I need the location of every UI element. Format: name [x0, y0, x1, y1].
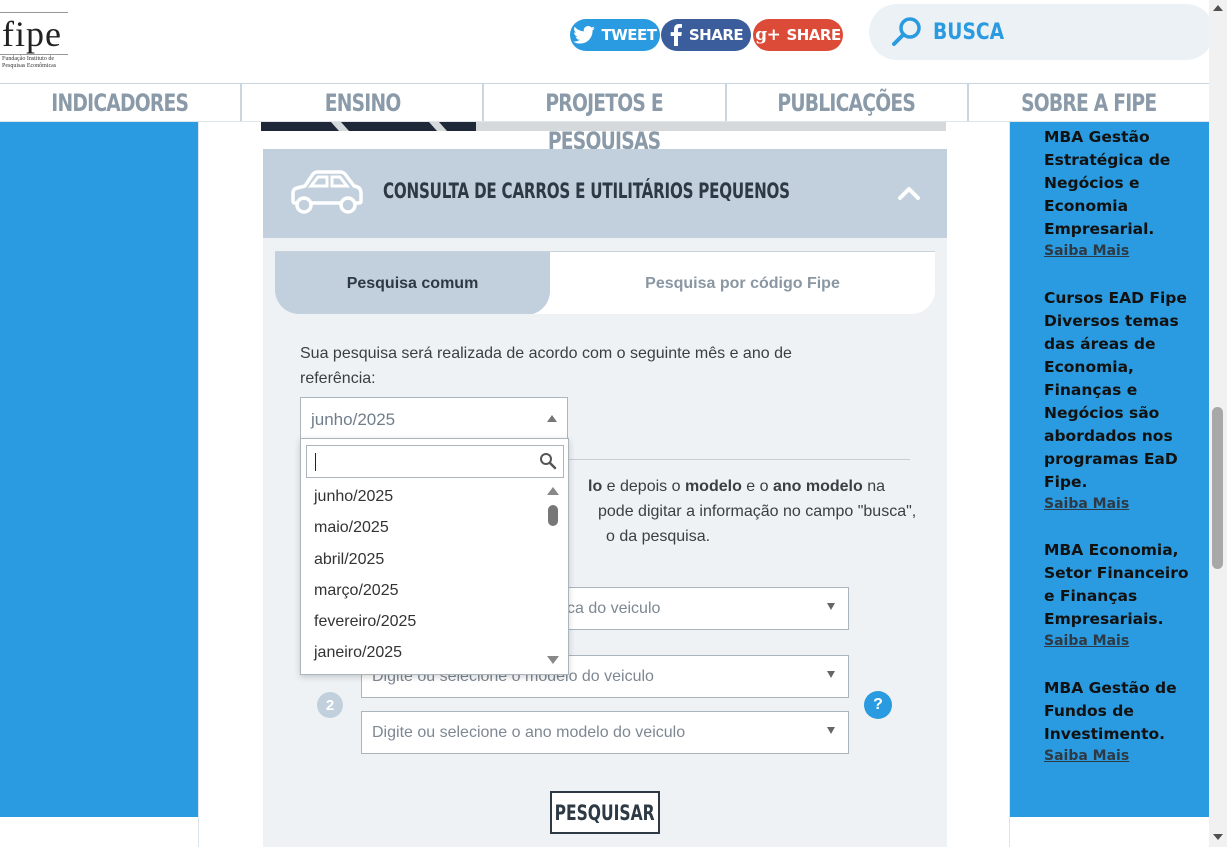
search-icon [892, 17, 921, 46]
nav-item-indicadores[interactable]: INDICADORES [0, 84, 243, 121]
content-border-left [198, 122, 199, 847]
instr-text: e o [741, 478, 773, 495]
chevron-down-icon [827, 603, 835, 610]
logo-subtitle: Fundação Instituto de Pesquisas Econômic… [2, 56, 57, 69]
facebook-share-label: SHARE [688, 26, 744, 44]
dropdown-options: junho/2025 maio/2025 abril/2025 março/20… [301, 481, 544, 669]
logo-rule [0, 54, 68, 55]
help-icon[interactable]: ? [864, 691, 892, 719]
tab-label: Pesquisa comum [346, 274, 479, 292]
site-search[interactable]: BUSCA [869, 4, 1214, 60]
instructions-line-3: o da pesquisa. [606, 528, 711, 545]
instr-bold: lo [588, 478, 603, 495]
pesquisar-button[interactable]: PESQUISAR [550, 791, 660, 834]
banner-image [261, 122, 946, 131]
reference-month-dropdown: junho/2025 maio/2025 abril/2025 março/20… [300, 438, 569, 675]
saiba-mais-link[interactable]: Saiba Mais [1044, 241, 1204, 261]
page: fipe Fundação Instituto de Pesquisas Eco… [0, 0, 1227, 847]
instr-bold: modelo [684, 478, 742, 495]
logo-text: fipe [2, 14, 62, 54]
dropdown-option[interactable]: junho/2025 [301, 481, 544, 512]
nav-label: SOBRE A FIPE [1021, 89, 1157, 117]
tab-codigo-fipe[interactable]: Pesquisa por código Fipe [550, 252, 935, 314]
instructions-line-2: pode digitar a informação no campo "busc… [598, 503, 917, 520]
gplus-share-button[interactable]: g+ SHARE [753, 19, 843, 51]
search-mode-tabs: Pesquisa por código Fipe Pesquisa comum [275, 251, 935, 314]
saiba-mais-link[interactable]: Saiba Mais [1044, 631, 1204, 651]
course-item: MBA Gestão Estratégica de Negócios e Eco… [1044, 126, 1204, 261]
nav-item-ensino[interactable]: ENSINO [242, 84, 485, 121]
facebook-share-button[interactable]: SHARE [661, 19, 751, 51]
course-title: MBA Gestão de Fundos de Investimento. [1044, 679, 1177, 743]
nav-label: PUBLICAÇÕES [777, 89, 916, 117]
dropdown-scrollbar[interactable] [546, 487, 560, 667]
instr-text: e depois o [602, 478, 685, 495]
scrollbar-thumb[interactable] [548, 505, 558, 526]
scroll-up-arrow-icon[interactable] [547, 487, 559, 495]
year-select[interactable]: Digite ou selecione o ano modelo do veic… [361, 711, 849, 754]
dropdown-option[interactable]: abril/2025 [301, 544, 544, 575]
panel-title: CONSULTA DE CARROS E UTILITÁRIOS PEQUENO… [383, 179, 790, 203]
reference-month-value: junho/2025 [311, 410, 396, 429]
scroll-up-arrow-icon[interactable] [1213, 5, 1223, 11]
year-placeholder: Digite ou selecione o ano modelo do veic… [372, 724, 686, 741]
course-item: Cursos EAD Fipe Diversos temas das áreas… [1044, 287, 1204, 514]
left-sidebar-background [0, 122, 198, 817]
pesquisar-label: PESQUISAR [555, 800, 656, 825]
instructions-line-1: lo e depois o modelo e o ano modelo na [588, 474, 885, 499]
chevron-up-icon[interactable] [897, 185, 921, 201]
chevron-down-icon [827, 727, 835, 734]
gplus-share-label: SHARE [786, 26, 841, 44]
main-nav: INDICADORES ENSINO PROJETOS E PESQUISAS … [0, 84, 1209, 155]
nav-label: ENSINO [324, 89, 401, 117]
brand-placeholder: ca do veiculo [567, 600, 661, 617]
scroll-down-arrow-icon[interactable] [547, 656, 559, 664]
facebook-icon [670, 24, 682, 46]
step-number-badge: 2 [317, 692, 343, 718]
text-caret [315, 453, 316, 471]
nav-item-projetos[interactable]: PROJETOS E PESQUISAS [484, 84, 727, 155]
instr-bold: ano modelo [772, 478, 863, 495]
fipe-logo[interactable]: fipe Fundação Instituto de Pesquisas Eco… [0, 12, 72, 72]
dropdown-search-input[interactable] [306, 445, 564, 478]
right-footer-background [1010, 817, 1209, 847]
dropdown-option[interactable]: maio/2025 [301, 512, 544, 543]
saiba-mais-link[interactable]: Saiba Mais [1044, 494, 1204, 514]
tweet-button[interactable]: TWEET [570, 19, 660, 51]
chevron-down-icon [827, 671, 835, 678]
nav-item-sobre[interactable]: SOBRE A FIPE [969, 84, 1209, 121]
logo-rule [0, 12, 68, 13]
search-icon [540, 453, 557, 470]
scroll-down-arrow-icon[interactable] [1213, 834, 1223, 840]
twitter-icon [573, 26, 596, 44]
car-icon [291, 170, 363, 214]
course-title: MBA Gestão Estratégica de Negócios e Eco… [1044, 128, 1171, 238]
course-item: MBA Economia, Setor Financeiro e Finança… [1044, 539, 1204, 651]
nav-item-publicacoes[interactable]: PUBLICAÇÕES [727, 84, 969, 121]
tweet-label: TWEET [601, 26, 657, 44]
dropdown-option[interactable]: fevereiro/2025 [301, 606, 544, 637]
tab-pesquisa-comum[interactable]: Pesquisa comum [275, 252, 550, 314]
instr-text: na [862, 478, 886, 495]
reference-intro-text: Sua pesquisa será realizada de acordo co… [300, 345, 792, 387]
course-title: MBA Economia, Setor Financeiro e Finança… [1044, 541, 1189, 628]
scrollbar-thumb[interactable] [1212, 407, 1223, 569]
reference-month-select[interactable]: junho/2025 [300, 397, 568, 441]
course-title: Cursos EAD Fipe Diversos temas das áreas… [1044, 289, 1187, 491]
course-item: MBA Gestão de Fundos de Investimento. Sa… [1044, 677, 1204, 766]
saiba-mais-link[interactable]: Saiba Mais [1044, 746, 1204, 766]
search-label: BUSCA [933, 19, 1005, 45]
dropdown-option[interactable]: março/2025 [301, 575, 544, 606]
left-footer-background [0, 817, 198, 847]
chevron-up-icon [547, 415, 557, 422]
gplus-icon: g+ [755, 25, 781, 45]
banner-stripes [331, 122, 447, 131]
panel-header[interactable]: CONSULTA DE CARROS E UTILITÁRIOS PEQUENO… [263, 149, 947, 238]
nav-label: INDICADORES [51, 89, 190, 117]
dropdown-option[interactable]: janeiro/2025 [301, 637, 544, 668]
site-header: fipe Fundação Instituto de Pesquisas Eco… [0, 0, 1214, 84]
page-scrollbar[interactable] [1209, 0, 1227, 847]
tab-label: Pesquisa por código Fipe [645, 274, 840, 292]
